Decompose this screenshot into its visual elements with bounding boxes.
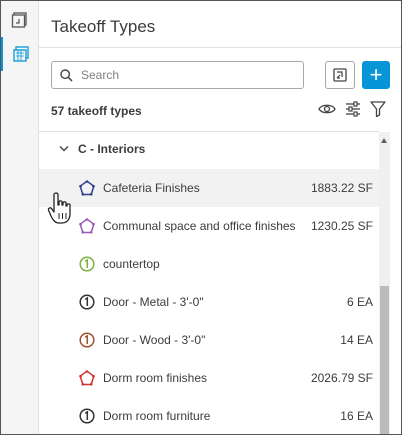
count-circle-icon	[79, 294, 95, 310]
takeoff-type-name: Communal space and office finishes	[103, 219, 296, 233]
panel-title: Takeoff Types	[51, 17, 156, 36]
chevron-down-icon	[59, 146, 69, 152]
takeoff-count: 57 takeoff types	[51, 104, 142, 118]
list-item[interactable]: Dorm room furniture 16 EA	[39, 397, 379, 434]
list-item[interactable]: Door - Metal - 3'-0" 6 EA	[39, 283, 379, 321]
takeoff-type-name: Dorm room finishes	[103, 371, 208, 385]
scrollbar-thumb[interactable]	[380, 286, 389, 434]
takeoff-quantity: 16 EA	[340, 409, 373, 423]
add-takeoff-type-button[interactable]: +	[362, 61, 390, 89]
takeoff-type-name: Door - Wood - 3'-0"	[103, 333, 206, 347]
divider	[39, 47, 401, 48]
takeoff-quantity: 1230.25 SF	[310, 219, 373, 233]
pentagon-icon	[79, 218, 95, 234]
takeoff-quantity: 14 EA	[340, 333, 373, 347]
list-item[interactable]: countertop	[39, 245, 379, 283]
group-label: C - Interiors	[78, 142, 146, 156]
takeoff-quantity: 1883.22 SF	[310, 181, 373, 195]
takeoff-types-panel: Takeoff Types + 57 takeoff types C - Int…	[39, 1, 401, 434]
takeoff-type-name: Door - Metal - 3'-0"	[103, 295, 204, 309]
takeoff-type-name: countertop	[103, 257, 160, 271]
list-item[interactable]: Cafeteria Finishes 1883.22 SF	[39, 169, 379, 207]
hand-cursor-icon	[47, 191, 75, 232]
takeoff-quantity: 6 EA	[346, 295, 373, 309]
pentagon-icon	[79, 180, 95, 196]
group-header[interactable]: C - Interiors	[39, 132, 379, 166]
eye-icon[interactable]	[318, 100, 336, 123]
count-circle-icon	[79, 332, 95, 348]
settings-sliders-icon[interactable]	[344, 100, 362, 123]
takeoff-quantity: 2026.79 SF	[310, 371, 373, 385]
search-icon	[60, 68, 73, 82]
list-item[interactable]: Dorm room finishes 2026.79 SF	[39, 359, 379, 397]
filter-icon[interactable]	[369, 100, 387, 123]
list-item[interactable]: Door - Wood - 3'-0" 14 EA	[39, 321, 379, 359]
takeoff-window: Takeoff Types + 57 takeoff types C - Int…	[0, 0, 402, 435]
left-rail	[1, 1, 39, 434]
count-circle-icon	[79, 256, 95, 272]
search-box[interactable]	[51, 61, 304, 89]
takeoff-types-icon[interactable]	[1, 37, 38, 71]
search-input[interactable]	[79, 67, 283, 83]
import-icon	[333, 68, 347, 82]
sheets-icon[interactable]	[1, 3, 38, 37]
import-button[interactable]	[325, 61, 355, 89]
takeoff-type-name: Cafeteria Finishes	[103, 181, 200, 195]
list-item[interactable]: Communal space and office finishes 1230.2…	[39, 207, 379, 245]
takeoff-type-name: Dorm room furniture	[103, 409, 211, 423]
pentagon-icon	[79, 370, 95, 386]
scroll-up-arrow-icon[interactable]	[381, 138, 387, 143]
count-circle-icon	[79, 408, 95, 424]
takeoff-type-list: C - Interiors Cafeteria Finishes 1883.22 …	[39, 132, 379, 434]
